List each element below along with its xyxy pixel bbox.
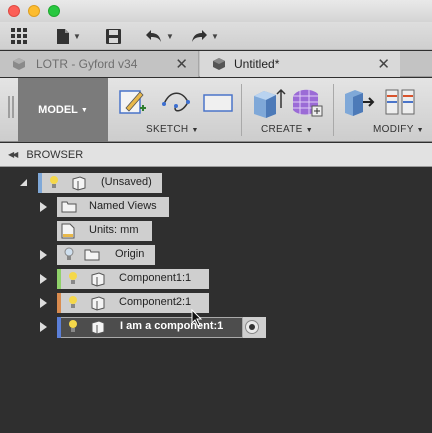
redo-icon bbox=[192, 30, 207, 42]
create-group-label[interactable]: CREATE ▼ bbox=[261, 124, 313, 135]
save-icon bbox=[106, 28, 121, 44]
window-maximize-button[interactable] bbox=[48, 5, 60, 17]
window-titlebar bbox=[0, 0, 432, 22]
browser-title: BROWSER bbox=[26, 148, 84, 161]
component-color-bar bbox=[57, 317, 61, 338]
ruler-icon bbox=[61, 223, 75, 239]
tree-item-component1[interactable]: Component1:1 bbox=[57, 269, 209, 289]
lightbulb-icon[interactable] bbox=[49, 175, 59, 190]
quick-access-toolbar: ▼ ▼ ▼ bbox=[0, 22, 432, 50]
group-label-text: CREATE bbox=[261, 124, 303, 135]
tree-item-label: Origin bbox=[115, 248, 145, 260]
save-button[interactable] bbox=[105, 26, 122, 46]
ribbon-grip[interactable] bbox=[8, 96, 14, 118]
spline-icon[interactable] bbox=[160, 86, 192, 116]
expand-toggle[interactable] bbox=[40, 202, 47, 212]
component-icon bbox=[91, 296, 105, 311]
data-panel-button[interactable] bbox=[10, 26, 28, 46]
expand-toggle[interactable] bbox=[40, 274, 47, 284]
ribbon-divider bbox=[241, 84, 242, 136]
close-icon[interactable]: ✕ bbox=[377, 55, 390, 73]
group-label-text: MODIFY bbox=[373, 124, 414, 135]
workspace-label: MODEL bbox=[38, 104, 78, 116]
chevron-down-icon: ▼ bbox=[191, 127, 199, 134]
collapse-toggle[interactable] bbox=[20, 179, 27, 186]
tree-item-label: I am a component:1 bbox=[120, 320, 224, 332]
form-icon[interactable] bbox=[290, 86, 324, 118]
document-tab-strip: LOTR - Gyford v34 ✕ Untitled* ✕ bbox=[0, 51, 432, 77]
component-icon bbox=[91, 320, 105, 335]
grid-icon bbox=[11, 28, 27, 44]
component-color-bar bbox=[57, 269, 61, 289]
undo-button[interactable]: ▼ bbox=[145, 26, 174, 46]
tab-lotr-gyford[interactable]: LOTR - Gyford v34 ✕ bbox=[0, 51, 199, 77]
component-color-bar bbox=[57, 293, 61, 313]
tab-label: Untitled* bbox=[234, 57, 280, 71]
chevron-down-icon: ▼ bbox=[211, 31, 219, 41]
chevron-down-icon: ▼ bbox=[73, 31, 81, 41]
expand-toggle[interactable] bbox=[40, 250, 47, 260]
fillet-icon[interactable] bbox=[384, 86, 418, 118]
tree-item-label: Component2:1 bbox=[119, 296, 192, 308]
undo-icon bbox=[146, 30, 161, 42]
root-label: (Unsaved) bbox=[101, 176, 152, 188]
lightbulb-icon[interactable] bbox=[68, 319, 78, 334]
tab-label: LOTR - Gyford v34 bbox=[36, 57, 138, 71]
tab-untitled[interactable]: Untitled* ✕ bbox=[200, 51, 400, 77]
component-icon bbox=[72, 176, 86, 191]
document-cube-icon bbox=[13, 58, 25, 70]
chevron-down-icon: ▼ bbox=[416, 127, 424, 134]
component-icon bbox=[91, 272, 105, 287]
ribbon-divider bbox=[333, 84, 334, 136]
redo-button[interactable]: ▼ bbox=[190, 26, 219, 46]
group-label-text: SKETCH bbox=[146, 124, 189, 135]
chevron-down-icon: ▼ bbox=[80, 106, 88, 114]
lightbulb-icon[interactable] bbox=[64, 247, 74, 262]
tree-item-label: Named Views bbox=[89, 200, 157, 212]
tree-item-units[interactable]: Units: mm bbox=[57, 221, 152, 241]
workspace-switcher[interactable]: MODEL ▼ bbox=[18, 78, 108, 142]
extrude-icon[interactable] bbox=[250, 86, 286, 118]
file-menu-button[interactable]: ▼ bbox=[56, 26, 81, 46]
cursor-icon bbox=[191, 309, 203, 327]
browser-panel-header: ◀◀ BROWSER bbox=[0, 143, 432, 167]
tree-item-label: Units: mm bbox=[89, 224, 139, 236]
tree-root-node[interactable]: (Unsaved) bbox=[38, 173, 162, 193]
window-close-button[interactable] bbox=[8, 5, 20, 17]
tree-item-label: Component1:1 bbox=[119, 272, 192, 284]
tree-item-named-views[interactable]: Named Views bbox=[57, 197, 169, 217]
window-minimize-button[interactable] bbox=[28, 5, 40, 17]
chevron-down-icon: ▼ bbox=[166, 31, 174, 41]
expand-toggle[interactable] bbox=[40, 298, 47, 308]
lightbulb-icon[interactable] bbox=[68, 271, 78, 286]
press-pull-icon[interactable] bbox=[341, 86, 377, 118]
expand-toggle[interactable] bbox=[40, 322, 47, 332]
root-color-bar bbox=[38, 173, 42, 193]
close-icon[interactable]: ✕ bbox=[175, 55, 188, 73]
chevron-down-icon: ▼ bbox=[305, 127, 313, 134]
modify-group-label[interactable]: MODIFY ▼ bbox=[373, 124, 424, 135]
create-sketch-icon[interactable] bbox=[118, 86, 148, 116]
ribbon-toolbar: MODEL ▼ SKETCH ▼ CREATE ▼ MODIFY ▼ bbox=[0, 78, 432, 142]
tree-item-component2[interactable]: Component2:1 bbox=[57, 293, 209, 313]
folder-icon bbox=[84, 249, 100, 261]
radio-icon[interactable] bbox=[245, 320, 259, 334]
tree-item-active-component[interactable]: I am a component:1 bbox=[57, 317, 266, 338]
file-icon bbox=[57, 28, 69, 44]
collapse-panel-icon[interactable]: ◀◀ bbox=[8, 150, 18, 159]
sketch-group-label[interactable]: SKETCH ▼ bbox=[146, 124, 199, 135]
document-cube-icon bbox=[213, 58, 225, 70]
tree-item-origin[interactable]: Origin bbox=[57, 245, 155, 265]
lightbulb-icon[interactable] bbox=[68, 295, 78, 310]
browser-tree: (Unsaved) Named Views Units: mm Origin C… bbox=[0, 168, 432, 433]
folder-icon bbox=[61, 201, 77, 213]
rectangle-icon[interactable] bbox=[202, 92, 234, 114]
